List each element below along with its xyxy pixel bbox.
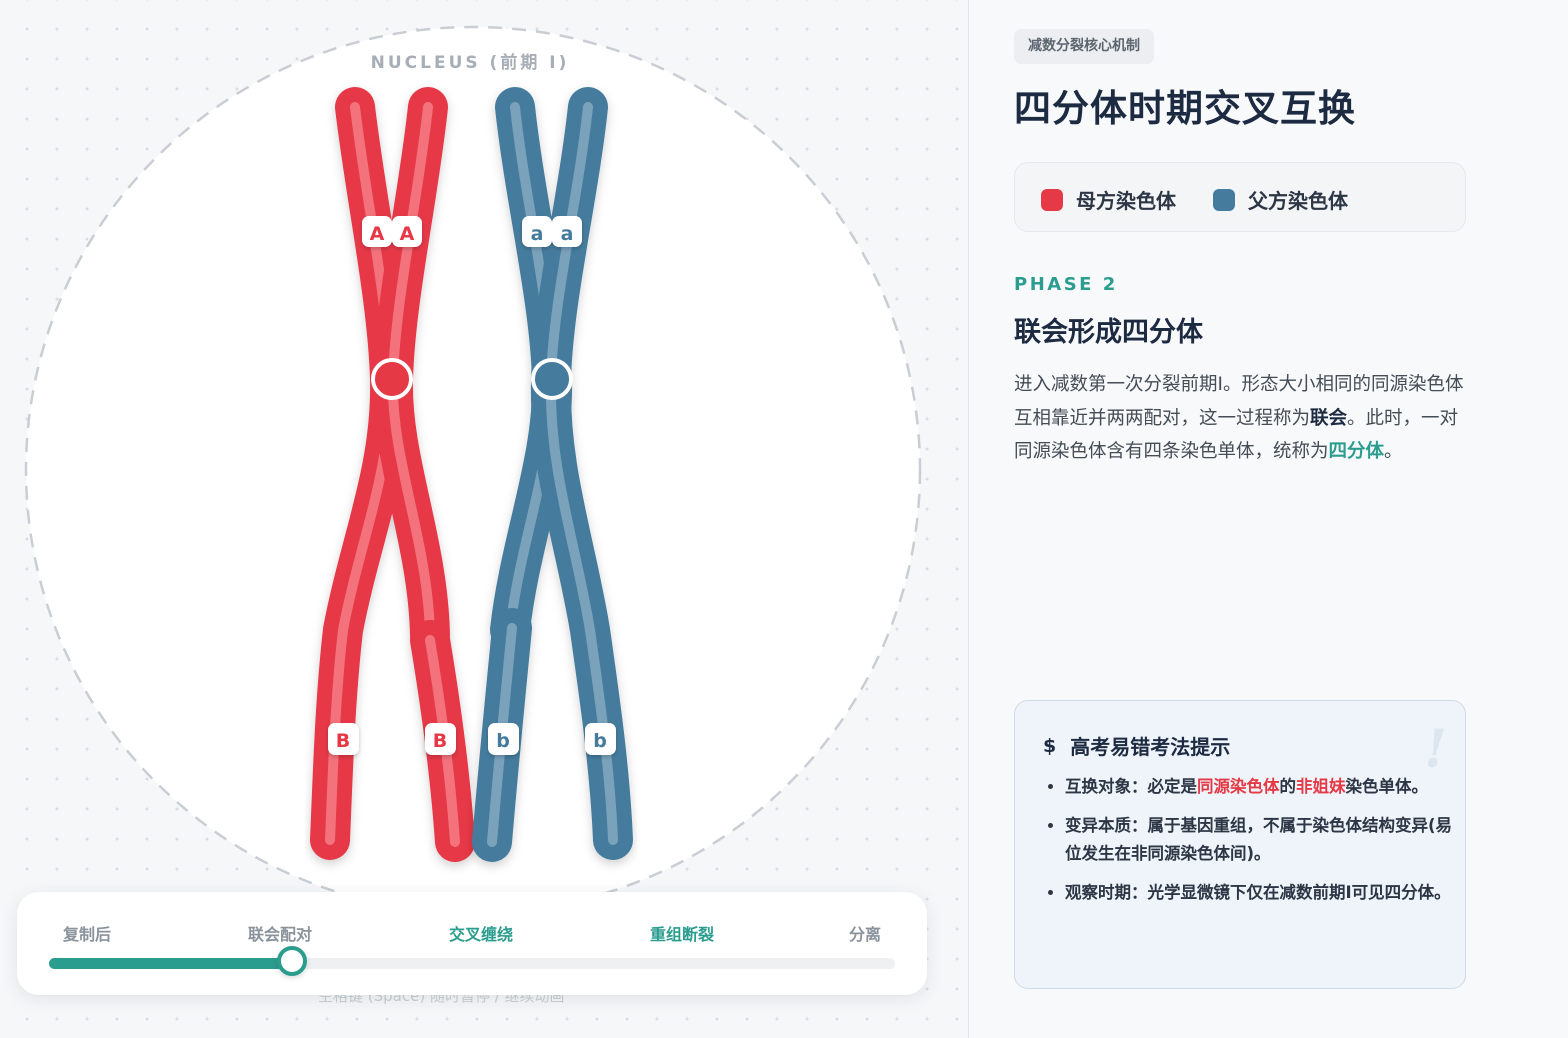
maternal-swatch — [1041, 188, 1063, 211]
gene-label: B — [328, 723, 359, 755]
svg-text:A: A — [370, 223, 385, 245]
svg-text:B: B — [336, 730, 350, 752]
phase-label: PHASE 2 — [1014, 274, 1118, 295]
svg-text:a: a — [561, 223, 574, 245]
page-title: 四分体时期交叉互换 — [1014, 87, 1356, 130]
canvas-area: A A a a B B b b NUCLEUS (前期 I) 空格键 (Spac… — [0, 0, 968, 1038]
step-replicated[interactable]: 复制后 — [63, 921, 111, 945]
gene-label: b — [488, 723, 519, 755]
step-recombination[interactable]: 重组断裂 — [650, 921, 714, 945]
step-separation[interactable]: 分离 — [849, 921, 881, 945]
gene-label: A — [362, 216, 392, 247]
svg-text:b: b — [496, 730, 510, 752]
exam-tip-card: ! $ 高考易错考法提示 互换对象：必定是同源染色体的非姐妹染色单体。 变异本质… — [1014, 700, 1466, 989]
paternal-swatch — [1213, 188, 1235, 211]
timeline-track[interactable] — [49, 946, 895, 976]
paternal-centromere — [531, 358, 573, 400]
nucleus-label: NUCLEUS (前期 I) — [370, 53, 570, 73]
legend-item-maternal: 母方染色体 — [1041, 185, 1176, 214]
step-crossover[interactable]: 交叉缠绕 — [449, 921, 513, 945]
nucleus-membrane — [24, 25, 922, 915]
maternal-centromere — [371, 358, 413, 400]
legend-label: 母方染色体 — [1076, 189, 1176, 213]
timeline-panel: 复制后 联会配对 交叉缠绕 重组断裂 分离 — [17, 892, 927, 995]
gene-label: a — [552, 216, 582, 247]
phase-title: 联会形成四分体 — [1014, 317, 1203, 348]
step-synapsis[interactable]: 联会配对 — [248, 921, 312, 945]
timeline-progress — [49, 958, 292, 969]
exclamation-icon: ! — [1424, 719, 1447, 780]
legend: 母方染色体 父方染色体 — [1014, 162, 1466, 232]
phase-description: 进入减数第一次分裂前期I。形态大小相同的同源染色体互相靠近并两两配对，这一过程称… — [1014, 374, 1464, 462]
gene-label: a — [522, 216, 552, 247]
tip-list: 互换对象：必定是同源染色体的非姐妹染色单体。 变异本质：属于基因重组，不属于染色… — [1039, 773, 1465, 917]
list-item: 变异本质：属于基因重组，不属于染色体结构变异(易位发生在非同源染色体间)。 — [1065, 812, 1465, 869]
legend-item-paternal: 父方染色体 — [1213, 185, 1348, 214]
svg-text:b: b — [593, 730, 607, 752]
svg-text:a: a — [531, 223, 544, 245]
tip-title: $ 高考易错考法提示 — [1043, 734, 1231, 760]
timeline-slider-handle[interactable] — [276, 946, 307, 976]
meiosis-stage: A A a a B B b b — [24, 25, 922, 915]
dollar-icon: $ — [1043, 734, 1057, 757]
svg-text:B: B — [433, 730, 447, 752]
gene-label: B — [425, 723, 456, 755]
svg-text:A: A — [400, 223, 415, 245]
list-item: 观察时期：光学显微镜下仅在减数前期I可见四分体。 — [1065, 879, 1465, 908]
list-item: 互换对象：必定是同源染色体的非姐妹染色单体。 — [1065, 773, 1465, 802]
gene-label: b — [585, 723, 616, 755]
gene-label: A — [392, 216, 422, 247]
info-panel: 减数分裂核心机制 四分体时期交叉互换 母方染色体 父方染色体 PHASE 2 联… — [969, 0, 1568, 1038]
legend-label: 父方染色体 — [1248, 189, 1348, 213]
category-badge: 减数分裂核心机制 — [1014, 29, 1154, 64]
